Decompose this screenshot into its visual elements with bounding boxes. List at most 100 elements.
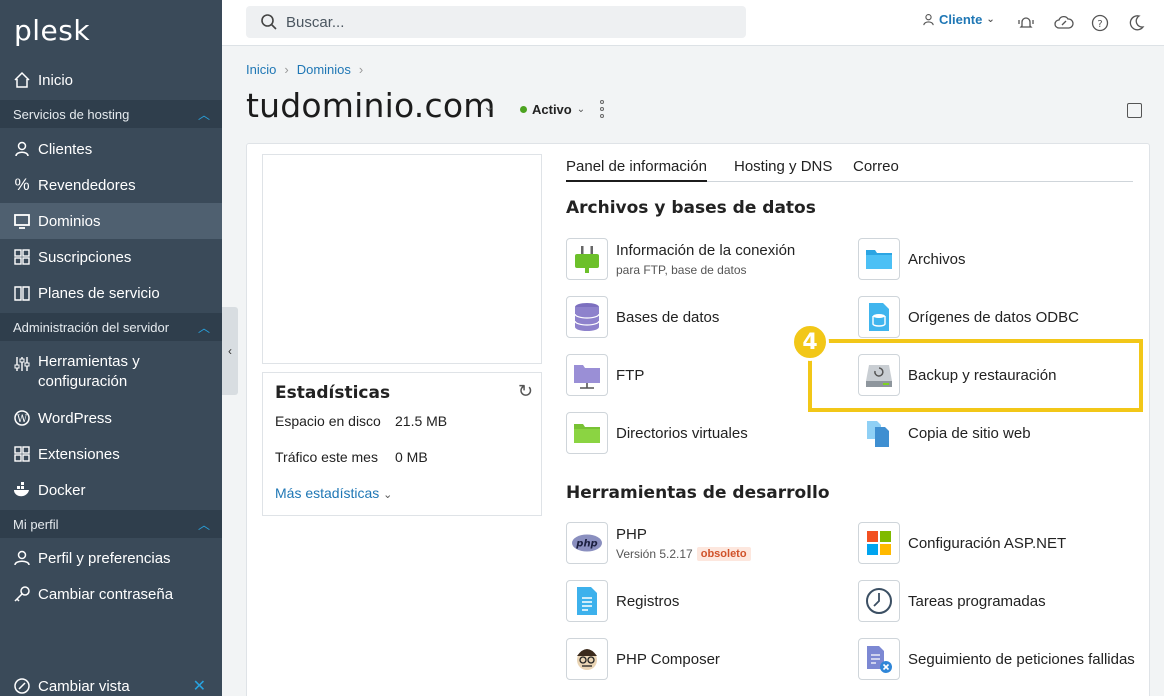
sidebar-item-suscripciones[interactable]: Suscripciones: [0, 239, 222, 275]
tab-bar: Panel de información Hosting y DNS Corre…: [566, 156, 1133, 182]
tool-scheduled-tasks[interactable]: Tareas programadas: [858, 580, 1046, 622]
tool-connection-info[interactable]: Información de la conexión para FTP, base…: [566, 238, 795, 280]
moon-icon[interactable]: [1126, 13, 1146, 33]
odbc-icon: [858, 296, 900, 338]
plesk-logo[interactable]: plesk: [14, 14, 90, 47]
breadcrumb-link[interactable]: Inicio: [246, 62, 276, 77]
refresh-icon[interactable]: ↻: [518, 381, 533, 402]
breadcrumb-separator: ›: [284, 62, 289, 77]
grid-icon: [12, 247, 32, 267]
sidebar-item-dominios[interactable]: Dominios: [0, 203, 222, 239]
tool-virtual-dirs[interactable]: Directorios virtuales: [566, 412, 748, 454]
sidebar-item-perfil[interactable]: Perfil y preferencias: [0, 540, 222, 576]
help-icon[interactable]: ?: [1090, 13, 1110, 33]
tool-odbc[interactable]: Orígenes de datos ODBC: [858, 296, 1079, 338]
tool-logs[interactable]: Registros: [566, 580, 679, 622]
section-profile[interactable]: Mi perfil ︿: [0, 510, 222, 538]
sidebar-item-label: Cambiar vista: [38, 677, 130, 695]
traffic-label: Tráfico este mes: [275, 449, 378, 465]
highlight-box: [808, 339, 1143, 412]
failed-requests-icon: [858, 638, 900, 680]
tool-label: Registros: [616, 592, 680, 610]
section-admin[interactable]: Administración del servidor ︿: [0, 313, 222, 341]
monitor-icon: [12, 211, 32, 231]
notifications-icon[interactable]: [1016, 13, 1036, 33]
breadcrumb-link[interactable]: Dominios: [297, 62, 351, 77]
docker-icon: [12, 480, 32, 500]
status-badge[interactable]: Activo ⌄: [520, 102, 585, 117]
sidebar-item-label: Perfil y preferencias: [38, 549, 171, 567]
sidebar-item-revendedores[interactable]: % Revendedores: [0, 167, 222, 203]
tab-hosting-dns[interactable]: Hosting y DNS: [734, 158, 832, 175]
plug-icon: [566, 238, 608, 280]
tool-aspnet[interactable]: Configuración ASP.NET: [858, 522, 1066, 564]
status-label: Activo: [532, 102, 572, 117]
sidebar-item-label: Suscripciones: [38, 248, 132, 266]
copy-icon: [858, 412, 900, 454]
search-icon: [261, 14, 277, 30]
tool-ftp[interactable]: FTP: [566, 354, 644, 396]
wordpress-icon: W: [12, 408, 32, 428]
search-input[interactable]: [286, 13, 726, 31]
sidebar-item-label: Revendedores: [38, 176, 136, 194]
user-menu[interactable]: Cliente ⌄: [922, 12, 995, 27]
tool-php[interactable]: php PHP Versión 5.2.17 obsoleto: [566, 522, 751, 564]
svg-text:W: W: [17, 414, 28, 425]
close-icon[interactable]: ✕: [193, 676, 206, 696]
search-box[interactable]: [246, 6, 746, 38]
composer-icon: [566, 638, 608, 680]
stats-panel: Estadísticas ↻ Espacio en disco 21.5 MB …: [262, 372, 542, 516]
chevron-down-icon[interactable]: ⌄: [483, 98, 495, 115]
sidebar-item-cambiar-vista[interactable]: Cambiar vista ✕: [0, 668, 222, 696]
chevron-left-icon: ‹: [228, 344, 232, 358]
more-menu-icon[interactable]: [598, 100, 606, 118]
disk-value: 21.5 MB: [395, 413, 448, 429]
php-version: Versión 5.2.17: [616, 546, 693, 561]
chevron-up-icon: ︿: [197, 517, 210, 532]
sidebar-item-label: Clientes: [38, 140, 93, 158]
tool-composer[interactable]: PHP Composer: [566, 638, 720, 680]
sidebar-item-label: Inicio: [38, 71, 74, 89]
sidebar-item-herramientas[interactable]: Herramientas y configuración: [0, 348, 200, 392]
top-bar: Cliente ⌄ ?: [222, 0, 1164, 46]
chevron-up-icon: ︿: [197, 107, 210, 122]
sidebar-item-extensiones[interactable]: Extensiones: [0, 436, 222, 472]
chevron-down-icon: ⌄: [986, 14, 995, 25]
book-icon: [12, 283, 32, 303]
chevron-down-icon: ⌄: [576, 104, 586, 115]
site-preview[interactable]: [262, 154, 542, 364]
sidebar-item-planes[interactable]: Planes de servicio: [0, 275, 222, 311]
more-stats-link[interactable]: Más estadísticas ⌄: [275, 485, 392, 501]
sidebar-item-inicio[interactable]: Inicio: [0, 62, 222, 98]
tool-files[interactable]: Archivos: [858, 238, 966, 280]
tool-failed-requests[interactable]: Seguimiento de peticiones fallidas: [858, 638, 1135, 680]
chevron-up-icon: ︿: [197, 320, 210, 335]
sidebar-item-clientes[interactable]: Clientes: [0, 131, 222, 167]
sidebar-item-label: Herramientas y configuración: [38, 353, 140, 390]
more-stats-label: Más estadísticas: [275, 485, 380, 501]
tab-panel-informacion[interactable]: Panel de información: [566, 158, 707, 182]
sidebar-item-docker[interactable]: Docker: [0, 472, 222, 508]
section-hosting[interactable]: Servicios de hosting ︿: [0, 100, 222, 128]
windows-icon: [858, 522, 900, 564]
tool-label: Copia de sitio web: [908, 424, 1031, 442]
panel-toggle-icon[interactable]: [1127, 103, 1142, 118]
sidebar-item-label: Planes de servicio: [38, 284, 160, 302]
cloud-icon[interactable]: [1054, 13, 1074, 33]
sidebar-collapse-handle[interactable]: ‹: [222, 307, 238, 395]
folder-icon: [566, 412, 608, 454]
tool-site-copy[interactable]: Copia de sitio web: [858, 412, 1031, 454]
svg-text:?: ?: [1097, 19, 1102, 30]
tool-label: Configuración ASP.NET: [908, 534, 1067, 552]
tool-label: FTP: [616, 366, 645, 384]
tool-label: Orígenes de datos ODBC: [908, 308, 1079, 326]
obsolete-badge: obsoleto: [696, 546, 751, 561]
section-label: Servicios de hosting: [13, 106, 130, 122]
profile-icon: [12, 548, 32, 568]
folder-icon: [858, 238, 900, 280]
tab-correo[interactable]: Correo: [853, 158, 899, 175]
sidebar-item-wordpress[interactable]: W WordPress: [0, 400, 222, 436]
tool-label: PHP: [616, 525, 647, 543]
tool-databases[interactable]: Bases de datos: [566, 296, 719, 338]
sidebar-item-contrasena[interactable]: Cambiar contraseña: [0, 576, 222, 612]
